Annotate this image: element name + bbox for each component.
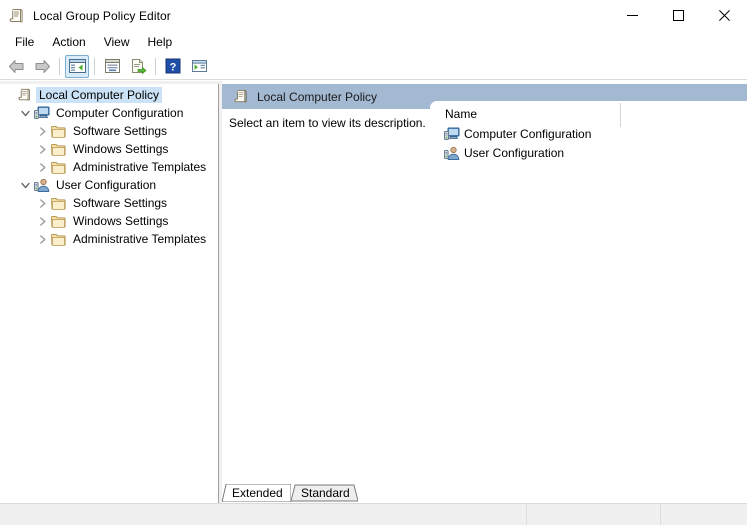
toolbar-separator-2 xyxy=(94,57,95,75)
close-button[interactable] xyxy=(701,0,747,31)
tree-item-label: Administrative Templates xyxy=(73,232,207,246)
tab-extended[interactable]: Extended xyxy=(222,484,291,502)
list-item-computer-configuration[interactable]: Computer Configuration xyxy=(430,124,747,143)
toolbar-separator-1 xyxy=(59,57,60,75)
help-button[interactable]: ? xyxy=(161,55,185,78)
tree-item-label: Computer Configuration xyxy=(56,106,184,120)
folder-icon xyxy=(50,123,67,139)
show-hide-tree-button[interactable] xyxy=(65,54,89,78)
computer-icon xyxy=(33,105,50,121)
list-column-header[interactable]: Name xyxy=(430,101,747,127)
policy-scroll-icon xyxy=(9,8,25,24)
folder-icon xyxy=(50,141,67,157)
console-tree-pane[interactable]: Local Computer Policy Computer Configurat… xyxy=(0,84,219,520)
chevron-right-icon[interactable] xyxy=(34,141,50,157)
policy-scroll-icon xyxy=(16,87,33,103)
details-pane: Local Computer Policy Select an item to … xyxy=(222,81,747,525)
status-cell-2 xyxy=(527,504,661,525)
description-text: Select an item to view its description. xyxy=(229,116,426,130)
user-icon xyxy=(444,145,460,161)
minimize-button[interactable] xyxy=(609,0,655,31)
toolbar: ? xyxy=(0,53,747,80)
menu-file[interactable]: File xyxy=(6,33,43,51)
list-item-user-configuration[interactable]: User Configuration xyxy=(430,143,747,162)
tree-item-label: Administrative Templates xyxy=(73,160,207,174)
tab-standard[interactable]: Standard xyxy=(291,484,358,502)
tree-item-software-settings[interactable]: Software Settings xyxy=(0,194,218,212)
tree-item-label: User Configuration xyxy=(56,178,157,192)
menu-help[interactable]: Help xyxy=(139,33,182,51)
folder-icon xyxy=(50,231,67,247)
folder-icon xyxy=(50,195,67,211)
forward-button[interactable] xyxy=(30,55,54,78)
tree-item-label: Software Settings xyxy=(73,196,168,210)
chevron-right-icon[interactable] xyxy=(34,231,50,247)
export-list-button[interactable] xyxy=(126,55,150,78)
details-header-title: Local Computer Policy xyxy=(257,89,378,104)
chevron-down-icon[interactable] xyxy=(17,105,33,121)
tab-extended-label: Extended xyxy=(232,486,283,500)
chevron-right-icon[interactable] xyxy=(34,213,50,229)
svg-text:?: ? xyxy=(170,61,177,73)
back-button[interactable] xyxy=(4,55,28,78)
items-list: Computer Configuration User Configuration xyxy=(430,124,747,162)
tree-item-user-configuration[interactable]: User Configuration xyxy=(0,176,218,194)
local-group-policy-editor-window: Local Group Policy Editor File Action Vi… xyxy=(0,0,747,525)
status-cell-1 xyxy=(0,504,527,525)
status-bar xyxy=(0,503,747,525)
tree-item-label: Windows Settings xyxy=(73,142,169,156)
chevron-right-icon[interactable] xyxy=(34,123,50,139)
tree-item-software-settings[interactable]: Software Settings xyxy=(0,122,218,140)
tab-standard-label: Standard xyxy=(301,486,350,500)
user-icon xyxy=(33,177,50,193)
computer-icon xyxy=(444,126,460,142)
window-controls xyxy=(609,0,747,31)
tree-item-local-computer-policy[interactable]: Local Computer Policy xyxy=(0,86,218,104)
twisty-placeholder xyxy=(0,87,16,103)
status-cell-3 xyxy=(661,504,747,525)
tree-item-windows-settings[interactable]: Windows Settings xyxy=(0,212,218,230)
list-item-label: User Configuration xyxy=(464,145,565,160)
folder-icon xyxy=(50,213,67,229)
description-pane: Select an item to view its description. xyxy=(222,109,430,525)
maximize-button[interactable] xyxy=(655,0,701,31)
tree-item-label: Local Computer Policy xyxy=(36,87,163,103)
tree-item-label: Software Settings xyxy=(73,124,168,138)
tree-item-administrative-templates[interactable]: Administrative Templates xyxy=(0,230,218,248)
tree-item-administrative-templates[interactable]: Administrative Templates xyxy=(0,158,218,176)
main-content: Local Computer Policy Computer Configurat… xyxy=(0,81,747,525)
menu-action[interactable]: Action xyxy=(43,33,94,51)
policy-tree: Local Computer Policy Computer Configurat… xyxy=(0,84,218,248)
properties-button[interactable] xyxy=(100,55,124,78)
list-item-label: Computer Configuration xyxy=(464,126,592,141)
items-list-panel: Name Computer Configuration User Configur… xyxy=(430,101,747,525)
tree-item-windows-settings[interactable]: Windows Settings xyxy=(0,140,218,158)
menu-bar: File Action View Help xyxy=(0,31,747,53)
tree-item-label: Windows Settings xyxy=(73,214,169,228)
folder-icon xyxy=(50,159,67,175)
tree-item-computer-configuration[interactable]: Computer Configuration xyxy=(0,104,218,122)
view-tabs: Extended Standard xyxy=(222,484,747,502)
menu-view[interactable]: View xyxy=(95,33,139,51)
toolbar-separator-3 xyxy=(155,57,156,75)
show-console-tree-button[interactable] xyxy=(187,55,211,78)
title-bar: Local Group Policy Editor xyxy=(0,0,747,31)
chevron-right-icon[interactable] xyxy=(34,159,50,175)
chevron-right-icon[interactable] xyxy=(34,195,50,211)
policy-scroll-icon xyxy=(233,89,249,105)
column-header-name[interactable]: Name xyxy=(430,107,477,123)
window-title: Local Group Policy Editor xyxy=(33,8,171,23)
chevron-down-icon[interactable] xyxy=(17,177,33,193)
